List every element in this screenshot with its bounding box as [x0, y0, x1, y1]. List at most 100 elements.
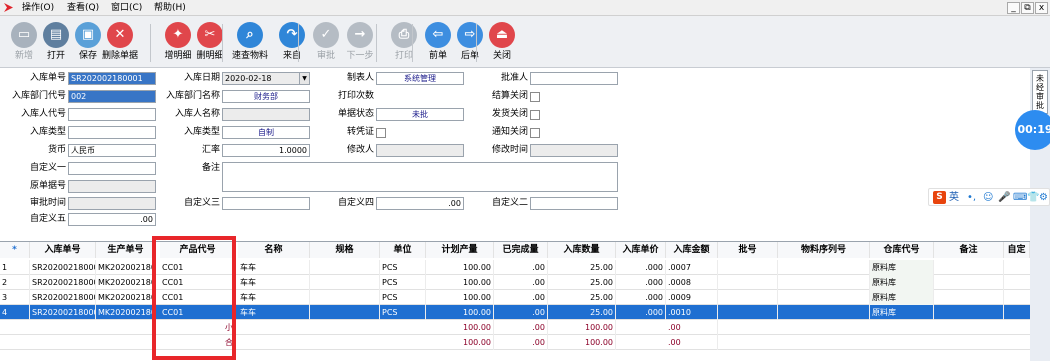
column-header[interactable]: 入库金额: [666, 242, 718, 258]
doc-status-field[interactable]: 未批: [376, 108, 464, 121]
cell-amount[interactable]: .0009: [666, 290, 718, 305]
column-header[interactable]: 备注: [934, 242, 1004, 258]
cell-qty[interactable]: 25.00: [548, 260, 616, 275]
cell-wh[interactable]: 原料库: [870, 260, 934, 275]
cell-spec[interactable]: [310, 260, 380, 275]
toolbar-button-search[interactable]: ⌕ 速查物料: [230, 22, 270, 66]
cell-serial[interactable]: [778, 290, 870, 305]
keyboard-icon[interactable]: ⌨: [1013, 191, 1027, 204]
cell-prod[interactable]: MK2020021800: [96, 275, 156, 290]
cell-note[interactable]: [934, 305, 1004, 320]
menu-window[interactable]: 窗口(C): [111, 2, 142, 14]
cell-done[interactable]: .00: [494, 260, 548, 275]
cell-idx[interactable]: 3: [0, 290, 30, 305]
settings-icon[interactable]: ⚙: [1039, 191, 1048, 204]
cell-plan[interactable]: 100.00: [426, 290, 494, 305]
cell-wh[interactable]: 原料库: [870, 305, 934, 320]
in-type2-field[interactable]: 自制: [222, 126, 310, 139]
cell-prod[interactable]: MK2020021800: [96, 305, 156, 320]
column-header[interactable]: 仓库代号: [870, 242, 934, 258]
notice-closed-checkbox[interactable]: [530, 128, 540, 138]
to-voucher-checkbox[interactable]: [376, 128, 386, 138]
cell-price[interactable]: .000: [616, 290, 666, 305]
cell-batch[interactable]: [718, 290, 778, 305]
cell-price[interactable]: .000: [616, 260, 666, 275]
toolbar-button-next-step[interactable]: → 下一步: [340, 22, 380, 66]
toolbar-button-close[interactable]: ⏏ 关闭: [482, 22, 522, 66]
cell-batch[interactable]: [718, 305, 778, 320]
microphone-icon[interactable]: 🎤: [998, 191, 1010, 204]
column-header[interactable]: 入库单价: [616, 242, 666, 258]
cell-wh[interactable]: 原料库: [870, 290, 934, 305]
cell-batch[interactable]: [718, 275, 778, 290]
receipt-date-field[interactable]: 2020-02-18 ▼: [222, 72, 310, 85]
cell-name[interactable]: 车车: [238, 275, 310, 290]
approve-time-field[interactable]: [68, 197, 156, 210]
dept-code-field[interactable]: 002: [68, 90, 156, 103]
cell-idx[interactable]: 1: [0, 260, 30, 275]
cell-unit[interactable]: PCS: [380, 275, 426, 290]
menu-view[interactable]: 查看(Q): [67, 2, 99, 14]
cell-note[interactable]: [934, 275, 1004, 290]
cell-amount[interactable]: .0008: [666, 275, 718, 290]
cell-done[interactable]: .00: [494, 305, 548, 320]
column-header[interactable]: 入库数量: [548, 242, 616, 258]
custom2-field[interactable]: [530, 197, 618, 210]
cell-idx[interactable]: 2: [0, 275, 30, 290]
cell-unit[interactable]: PCS: [380, 305, 426, 320]
cell-name[interactable]: 车车: [238, 305, 310, 320]
cell-plan[interactable]: 100.00: [426, 260, 494, 275]
cell-name[interactable]: 车车: [238, 260, 310, 275]
exchange-rate-field[interactable]: 1.0000: [222, 144, 310, 157]
cell-note[interactable]: [934, 290, 1004, 305]
custom4-field[interactable]: .00: [376, 197, 464, 210]
cell-qty[interactable]: 25.00: [548, 305, 616, 320]
cell-spec[interactable]: [310, 290, 380, 305]
cell-plan[interactable]: 100.00: [426, 305, 494, 320]
currency-field[interactable]: 人民币: [68, 144, 156, 157]
cell-serial[interactable]: [778, 260, 870, 275]
cell-spec[interactable]: [310, 275, 380, 290]
creator-field[interactable]: 系统管理: [376, 72, 464, 85]
toolbar-button-remove-detail[interactable]: ✂ 删明细: [190, 22, 230, 66]
cell-amount[interactable]: .0007: [666, 260, 718, 275]
cell-qty[interactable]: 25.00: [548, 275, 616, 290]
cell-amount[interactable]: .0010: [666, 305, 718, 320]
modifier-field[interactable]: [376, 144, 464, 157]
chevron-down-icon[interactable]: ▼: [299, 73, 309, 84]
invoice-closed-checkbox[interactable]: [530, 110, 540, 120]
ime-lang-toggle[interactable]: 英: [949, 191, 959, 204]
cell-plan[interactable]: 100.00: [426, 275, 494, 290]
toolbar-button-delete[interactable]: ✕ 删除单据: [100, 22, 140, 66]
restore-button[interactable]: ⧉: [1021, 2, 1034, 14]
cell-name[interactable]: 车车: [238, 290, 310, 305]
person-code-field[interactable]: [68, 108, 156, 121]
cell-serial[interactable]: [778, 305, 870, 320]
recording-timer[interactable]: 00:19: [1015, 110, 1050, 150]
cell-unit[interactable]: PCS: [380, 290, 426, 305]
in-type-field[interactable]: [68, 126, 156, 139]
menu-help[interactable]: 帮助(H): [154, 2, 186, 14]
column-header[interactable]: 名称: [238, 242, 310, 258]
column-header[interactable]: 入库单号: [30, 242, 96, 258]
receipt-no-field[interactable]: SR202002180001: [68, 72, 156, 85]
ime-logo-icon[interactable]: S: [933, 191, 946, 204]
cell-receipt[interactable]: SR202002180001: [30, 290, 96, 305]
cell-price[interactable]: .000: [616, 275, 666, 290]
cell-done[interactable]: .00: [494, 275, 548, 290]
cell-receipt[interactable]: SR202002180001: [30, 305, 96, 320]
person-name-field[interactable]: [222, 108, 310, 121]
cell-spec[interactable]: [310, 305, 380, 320]
settle-closed-checkbox[interactable]: [530, 92, 540, 102]
cell-batch[interactable]: [718, 260, 778, 275]
cell-done[interactable]: .00: [494, 290, 548, 305]
cell-prod[interactable]: MK2020021800: [96, 290, 156, 305]
skin-icon[interactable]: 👕: [1027, 191, 1039, 204]
column-header[interactable]: 规格: [310, 242, 380, 258]
column-header[interactable]: 单位: [380, 242, 426, 258]
side-tab[interactable]: 未经审批: [1032, 70, 1048, 114]
cell-unit[interactable]: PCS: [380, 260, 426, 275]
column-header[interactable]: 自定: [1004, 242, 1030, 258]
cell-prod[interactable]: MK2020021800: [96, 260, 156, 275]
custom3-field[interactable]: [222, 197, 310, 210]
